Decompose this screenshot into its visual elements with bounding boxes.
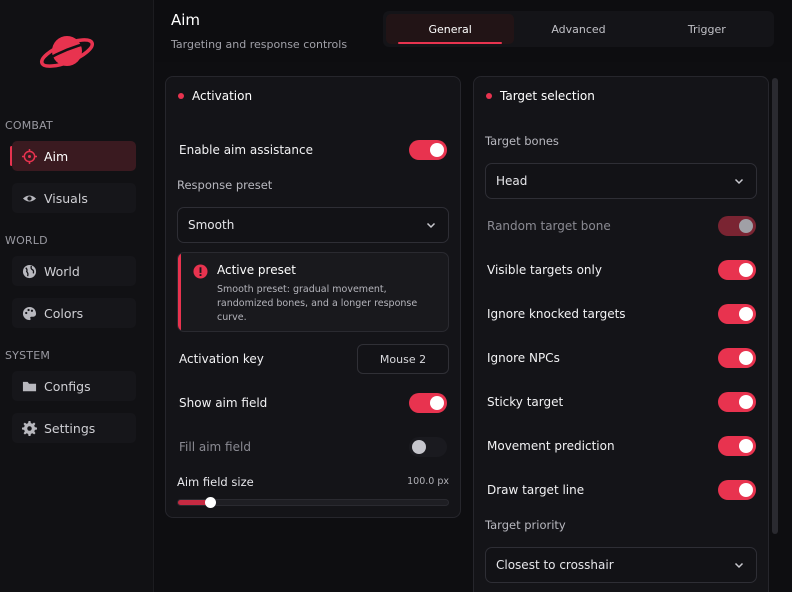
info-accent-bar bbox=[178, 253, 181, 331]
ignore-knocked-label: Ignore knocked targets bbox=[487, 307, 626, 321]
accent-dot bbox=[178, 93, 184, 99]
palette-icon bbox=[22, 306, 37, 321]
aim-field-size-label: Aim field size bbox=[177, 475, 254, 489]
activation-key-label: Activation key bbox=[179, 352, 264, 366]
sidebar-item-label: Colors bbox=[44, 305, 84, 321]
folder-icon bbox=[22, 379, 37, 394]
sidebar-item-world[interactable]: World bbox=[12, 256, 136, 286]
tab-bar: General Advanced Trigger bbox=[383, 11, 774, 47]
show-aim-field-toggle[interactable] bbox=[409, 393, 447, 413]
tab-trigger[interactable]: Trigger bbox=[643, 14, 771, 44]
page-subtitle: Targeting and response controls bbox=[171, 38, 348, 51]
section-label-system: SYSTEM bbox=[5, 349, 51, 362]
alert-icon bbox=[193, 264, 208, 279]
info-title: Active preset bbox=[217, 263, 296, 277]
target-bones-select[interactable]: Head bbox=[485, 163, 757, 199]
activation-key-button[interactable]: Mouse 2 bbox=[357, 344, 449, 374]
sidebar-item-colors[interactable]: Colors bbox=[12, 298, 136, 328]
ignore-knocked-toggle[interactable] bbox=[718, 304, 756, 324]
sidebar-item-label: Visuals bbox=[44, 190, 88, 206]
crosshair-icon bbox=[22, 148, 37, 164]
select-value: Head bbox=[496, 174, 528, 188]
sidebar-item-settings[interactable]: Settings bbox=[12, 413, 136, 443]
sidebar-item-aim[interactable]: Aim bbox=[12, 141, 136, 171]
sidebar-item-configs[interactable]: Configs bbox=[12, 371, 136, 401]
enable-aim-toggle[interactable] bbox=[409, 140, 447, 160]
target-priority-label: Target priority bbox=[485, 518, 566, 532]
select-value: Closest to crosshair bbox=[496, 558, 614, 572]
visible-only-label: Visible targets only bbox=[487, 263, 602, 277]
random-bone-label: Random target bone bbox=[487, 219, 611, 233]
sidebar-item-label: Settings bbox=[44, 420, 96, 436]
sidebar-item-label: Aim bbox=[44, 148, 69, 164]
panel-header: Target selection bbox=[474, 77, 768, 115]
info-body: Smooth preset: gradual movement, randomi… bbox=[217, 284, 418, 323]
sticky-target-label: Sticky target bbox=[487, 395, 564, 409]
tab-advanced[interactable]: Advanced bbox=[514, 14, 642, 44]
show-aim-field-label: Show aim field bbox=[179, 396, 268, 410]
eye-icon bbox=[22, 191, 37, 206]
chevron-down-icon bbox=[426, 222, 436, 229]
active-preset-info: Active preset Smooth preset: gradual mov… bbox=[177, 252, 449, 332]
response-preset-select[interactable]: Smooth bbox=[177, 207, 449, 243]
response-preset-label: Response preset bbox=[177, 178, 273, 192]
fill-aim-field-label: Fill aim field bbox=[179, 440, 251, 454]
random-bone-toggle[interactable] bbox=[718, 216, 756, 236]
target-priority-select[interactable]: Closest to crosshair bbox=[485, 547, 757, 583]
section-label-world: WORLD bbox=[5, 234, 48, 247]
sidebar: COMBAT Aim Visuals WORLD World Colors SY… bbox=[0, 0, 154, 592]
visible-only-toggle[interactable] bbox=[718, 260, 756, 280]
draw-target-line-label: Draw target line bbox=[487, 483, 585, 497]
ignore-npcs-label: Ignore NPCs bbox=[487, 351, 560, 365]
sidebar-item-label: Configs bbox=[44, 378, 91, 394]
slider-handle[interactable] bbox=[205, 497, 216, 508]
select-value: Smooth bbox=[188, 218, 235, 232]
ignore-npcs-toggle[interactable] bbox=[718, 348, 756, 368]
sidebar-item-visuals[interactable]: Visuals bbox=[12, 183, 136, 213]
sidebar-item-label: World bbox=[44, 263, 80, 279]
aim-field-size-value: 100.0 px bbox=[407, 476, 449, 487]
movement-prediction-label: Movement prediction bbox=[487, 439, 615, 453]
panel-header: Activation bbox=[166, 77, 460, 115]
globe-icon bbox=[22, 264, 37, 279]
sticky-target-toggle[interactable] bbox=[718, 392, 756, 412]
panel-title: Target selection bbox=[500, 89, 595, 103]
scrollbar[interactable] bbox=[772, 78, 778, 534]
tab-general[interactable]: General bbox=[386, 14, 515, 44]
section-label-combat: COMBAT bbox=[5, 119, 53, 132]
planet-logo-icon bbox=[39, 36, 95, 68]
gear-icon bbox=[22, 420, 37, 436]
target-selection-panel: Target selection bbox=[473, 76, 769, 592]
page-title: Aim bbox=[171, 11, 201, 29]
panel-title: Activation bbox=[192, 89, 253, 103]
target-bones-label: Target bones bbox=[485, 134, 559, 148]
aim-field-size-slider[interactable] bbox=[177, 497, 449, 508]
fill-aim-field-toggle[interactable] bbox=[409, 437, 447, 457]
chevron-down-icon bbox=[734, 562, 744, 569]
chevron-down-icon bbox=[734, 178, 744, 185]
draw-target-line-toggle[interactable] bbox=[718, 480, 756, 500]
enable-aim-label: Enable aim assistance bbox=[179, 143, 313, 157]
movement-prediction-toggle[interactable] bbox=[718, 436, 756, 456]
accent-dot bbox=[486, 93, 492, 99]
